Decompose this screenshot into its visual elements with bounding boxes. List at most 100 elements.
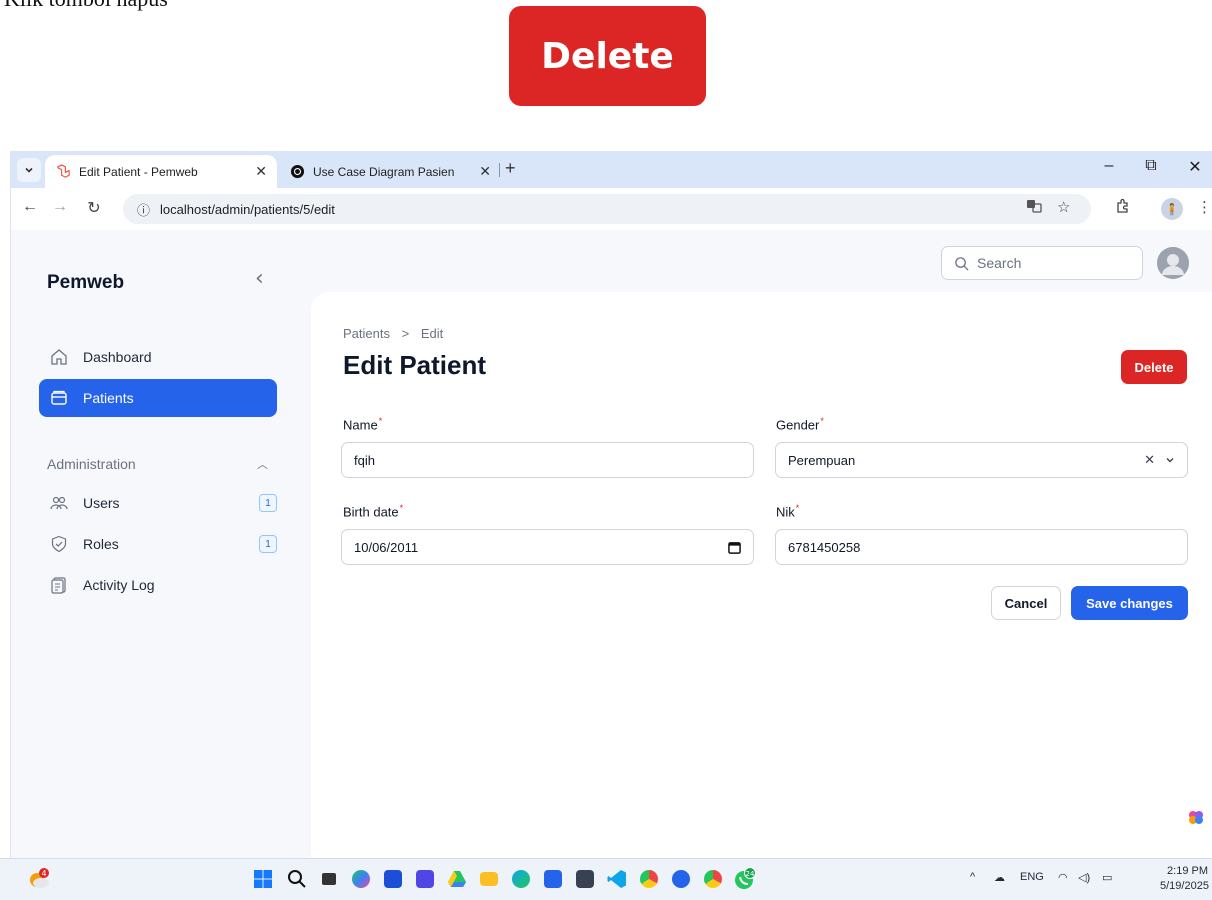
site-info-icon[interactable]: ⓘ xyxy=(137,200,150,219)
tab-use-case[interactable]: Use Case Diagram Pasien ✕ xyxy=(279,155,501,188)
chevron-up-icon[interactable]: ^ xyxy=(970,871,975,883)
brain-extension-icon[interactable] xyxy=(1185,806,1207,828)
weather-icon[interactable]: 4 xyxy=(26,866,52,892)
calendar-icon[interactable] xyxy=(728,541,741,554)
address-bar[interactable]: ⓘ localhost/admin/patients/5/edit xyxy=(123,194,1091,224)
edge-icon[interactable] xyxy=(508,866,534,892)
birth-date-input[interactable]: 10/06/2011 xyxy=(341,529,754,565)
brand-logo[interactable]: Pemweb xyxy=(47,272,124,294)
chrome-profile-icon[interactable] xyxy=(700,866,726,892)
sidebar-item-activity-log[interactable]: Activity Log xyxy=(39,566,277,604)
gender-value: Perempuan xyxy=(788,452,856,468)
required-mark: * xyxy=(820,416,824,426)
count-badge: 1 xyxy=(259,535,277,553)
close-tab-icon[interactable]: ✕ xyxy=(255,163,267,180)
battery-icon[interactable]: ▭ xyxy=(1102,871,1112,884)
chevron-down-icon[interactable] xyxy=(1165,455,1175,465)
name-input[interactable]: fqih xyxy=(341,442,754,478)
more-menu-icon[interactable]: ⋮ xyxy=(1197,198,1212,216)
close-window-button[interactable]: ✕ xyxy=(1175,157,1212,177)
drive-icon[interactable] xyxy=(444,866,470,892)
search-icon[interactable] xyxy=(284,866,310,892)
cancel-button[interactable]: Cancel xyxy=(991,586,1061,620)
users-icon xyxy=(49,493,69,513)
required-mark: * xyxy=(399,503,404,513)
search-icon xyxy=(954,256,969,271)
whatsapp-badge: 24 xyxy=(746,870,755,878)
main-content: Patients > Edit Edit Patient Delete Name… xyxy=(311,292,1212,858)
close-tab-icon[interactable]: ✕ xyxy=(479,163,491,180)
shield-icon xyxy=(49,534,69,554)
label-text: Nik xyxy=(776,504,795,520)
sidebar-item-patients[interactable]: Patients xyxy=(39,379,277,417)
count-badge: 1 xyxy=(259,494,277,512)
vscode-icon[interactable] xyxy=(604,866,630,892)
copilot-icon[interactable] xyxy=(348,866,374,892)
browser-toolbar: ← → ↻ ⓘ localhost/admin/patients/5/edit … xyxy=(11,188,1212,230)
global-search[interactable]: Search xyxy=(941,246,1143,280)
chevron-down-icon xyxy=(25,167,33,173)
nik-value: 6781450258 xyxy=(788,539,861,555)
wifi-icon[interactable]: ◠ xyxy=(1058,871,1068,884)
tab-search-button[interactable] xyxy=(17,158,41,182)
nik-input[interactable]: 6781450258 xyxy=(775,529,1188,565)
minimize-button[interactable]: – xyxy=(1089,157,1129,175)
label-text: Birth date xyxy=(343,504,399,520)
system-clock[interactable]: 2:19 PM 5/19/2025 xyxy=(1160,864,1209,894)
sidebar-item-label: Users xyxy=(83,495,120,511)
bookmark-star-icon[interactable]: ☆ xyxy=(1057,198,1070,216)
sidebar-item-label: Dashboard xyxy=(83,349,152,365)
home-icon xyxy=(49,347,69,367)
user-avatar[interactable] xyxy=(1157,247,1189,279)
reload-icon[interactable]: ↻ xyxy=(83,198,105,218)
terminal-icon[interactable] xyxy=(572,866,598,892)
url-text: localhost/admin/patients/5/edit xyxy=(160,201,335,217)
delete-button[interactable]: Delete xyxy=(1121,350,1187,384)
sidebar-item-users[interactable]: Users 1 xyxy=(39,484,277,522)
clipboard-icon xyxy=(49,575,69,595)
sidebar-group-administration[interactable]: Administration xyxy=(47,456,136,472)
language-indicator[interactable]: ENG xyxy=(1020,871,1044,883)
nik-label: Nik* xyxy=(776,503,799,519)
forward-arrow-icon[interactable]: → xyxy=(49,198,71,216)
admin-app: Pemweb ‹ Dashboard Patients Administrati… xyxy=(11,230,1212,858)
instruction-text: Klik tombol hapus xyxy=(4,0,168,12)
word-icon[interactable] xyxy=(540,866,566,892)
tab-title: Use Case Diagram Pasien xyxy=(313,164,455,179)
sidebar-item-dashboard[interactable]: Dashboard xyxy=(39,338,277,376)
cloud-icon[interactable]: ☁ xyxy=(994,871,1005,884)
docker-icon[interactable] xyxy=(668,866,694,892)
breadcrumb-patients[interactable]: Patients xyxy=(343,326,390,341)
folder-icon xyxy=(49,388,69,408)
whatsapp-icon[interactable]: 24 xyxy=(732,866,758,892)
back-arrow-icon[interactable]: ← xyxy=(19,198,41,216)
label-text: Name xyxy=(343,417,378,433)
clock-date: 5/19/2025 xyxy=(1160,880,1209,892)
app-icon[interactable] xyxy=(412,866,438,892)
sidebar-item-label: Patients xyxy=(83,390,134,406)
tab-edit-patient[interactable]: Edit Patient - Pemweb ✕ xyxy=(45,155,277,188)
chevron-up-icon[interactable]: ︿ xyxy=(257,456,268,472)
clear-icon[interactable]: ✕ xyxy=(1144,452,1155,468)
file-explorer-icon[interactable] xyxy=(476,866,502,892)
delete-callout: Delete xyxy=(509,6,706,106)
extensions-icon[interactable] xyxy=(1115,198,1131,218)
new-tab-button[interactable]: + xyxy=(505,158,516,179)
sidebar-item-roles[interactable]: Roles 1 xyxy=(39,525,277,563)
collapse-sidebar-icon[interactable]: ‹ xyxy=(255,266,264,291)
save-changes-button[interactable]: Save changes xyxy=(1071,586,1188,620)
store-icon[interactable] xyxy=(380,866,406,892)
search-placeholder: Search xyxy=(977,255,1022,271)
profile-avatar-icon[interactable]: 🧍 xyxy=(1161,198,1183,220)
gender-select[interactable]: Perempuan ✕ xyxy=(775,442,1188,478)
restore-button[interactable]: ⧉ xyxy=(1131,157,1171,175)
windows-start-icon[interactable] xyxy=(250,866,276,892)
translate-icon[interactable] xyxy=(1026,198,1042,218)
birth-date-label: Birth date* xyxy=(343,503,403,519)
volume-icon[interactable]: ◁) xyxy=(1078,871,1090,884)
task-view-icon[interactable] xyxy=(316,866,342,892)
birth-date-value: 10/06/2011 xyxy=(354,539,419,555)
tab-title: Edit Patient - Pemweb xyxy=(79,164,198,179)
clock-time: 2:19 PM xyxy=(1167,865,1208,877)
chrome-icon[interactable] xyxy=(636,866,662,892)
